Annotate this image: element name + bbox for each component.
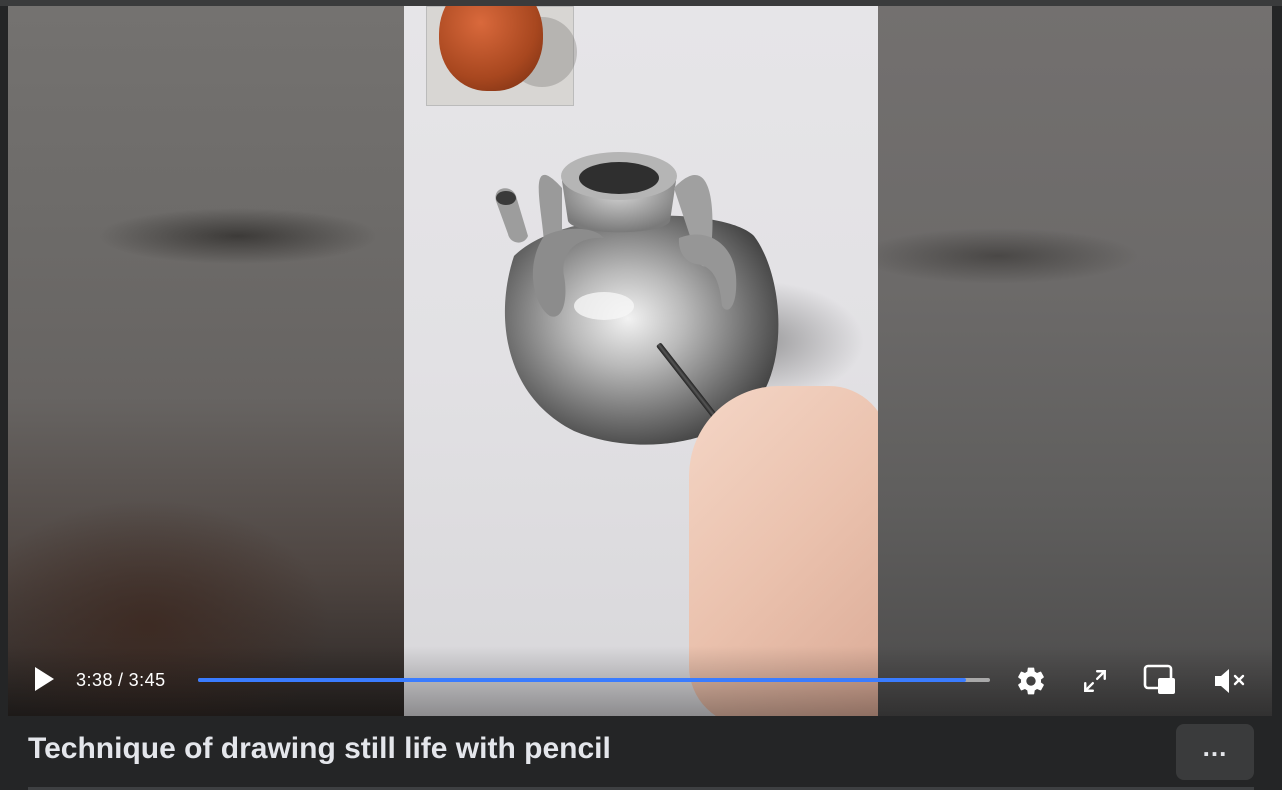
progress-bar[interactable] xyxy=(198,678,990,682)
fullscreen-icon xyxy=(1084,670,1106,692)
video-player[interactable] xyxy=(8,6,1272,716)
picture-in-picture-icon xyxy=(1143,664,1175,694)
fullscreen-button[interactable] xyxy=(1078,664,1112,698)
progress-fill xyxy=(198,678,967,682)
gear-icon xyxy=(1018,667,1044,695)
duration: 3:45 xyxy=(128,670,166,690)
video-title: Technique of drawing still life with pen… xyxy=(28,732,611,765)
play-button[interactable] xyxy=(30,664,58,694)
settings-button[interactable] xyxy=(1014,664,1048,698)
mute-button[interactable] xyxy=(1210,664,1250,698)
picture-in-picture-button[interactable] xyxy=(1142,662,1178,698)
player-controls: 3:38/3:45 xyxy=(8,646,1272,716)
play-icon xyxy=(35,667,54,691)
time-separator: / xyxy=(118,670,124,690)
reference-photo xyxy=(426,6,577,106)
ellipsis-icon: ... xyxy=(1202,732,1228,762)
blurred-background-right xyxy=(878,6,1272,716)
volume-muted-icon xyxy=(1215,669,1245,693)
more-options-button[interactable]: ... xyxy=(1176,724,1254,780)
current-time: 3:38 xyxy=(76,670,114,690)
time-display: 3:38/3:45 xyxy=(76,670,166,691)
video-frame[interactable] xyxy=(404,6,878,716)
blurred-background-left xyxy=(8,6,404,716)
